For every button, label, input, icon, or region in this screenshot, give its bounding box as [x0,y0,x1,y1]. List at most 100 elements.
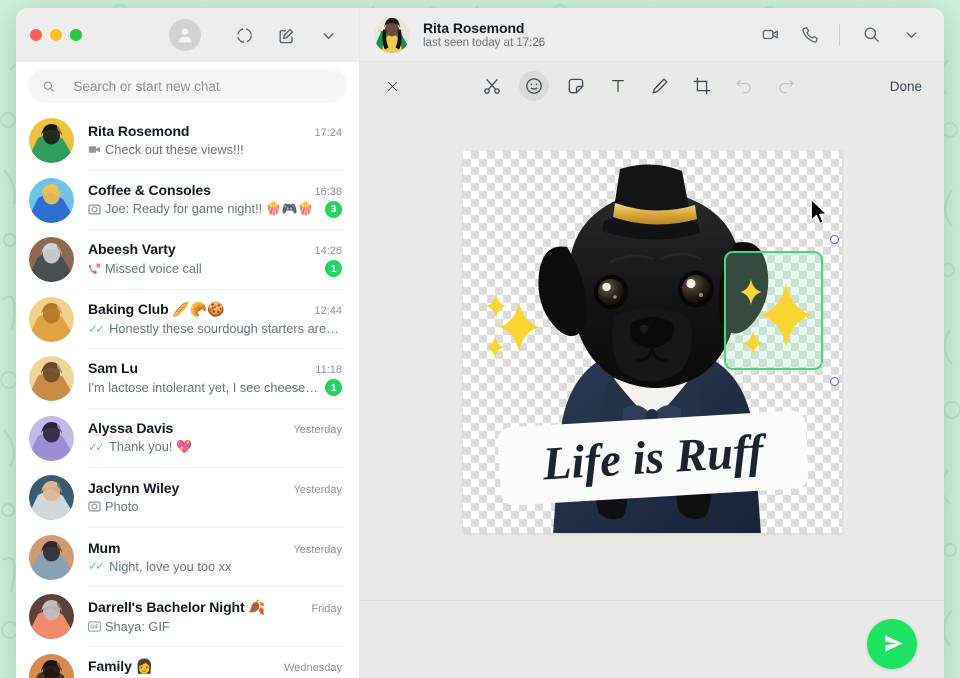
chat-list-item[interactable]: Abeesh Varty 14:26 Missed voice call 1 [16,230,359,290]
chat-item-name: Abeesh Varty [88,241,176,258]
search-box[interactable] [28,69,347,103]
sparkle-icon [485,294,539,358]
send-button[interactable] [867,618,917,669]
header-divider [839,23,840,46]
status-circle-icon-glyph [236,27,252,43]
editor-tool-group [392,71,886,101]
chat-item-line-bottom: ✓✓ Thank you! 💖 [88,439,342,455]
chat-item-line-bottom: Check out these views!!! [88,142,342,157]
chat-list-item[interactable]: Family 👩WednesdayGrandma: Happy dancing!… [16,647,359,678]
chat-list-item[interactable]: Baking Club 🥖🥐🍪 12:44 ✓✓ Honestly these sou… [16,290,359,349]
person-icon [178,28,192,43]
chat-item-body: Jaclynn Wiley Yesterday Photo [88,468,344,528]
unread-badge: 3 [325,200,342,218]
chat-avatar [29,534,74,580]
chat-list-item[interactable]: Alyssa Davis Yesterday ✓✓ Thank you! 💖 [16,409,359,468]
chat-item-body: Alyssa Davis Yesterday ✓✓ Thank you! 💖 [88,409,344,468]
scissors-icon-glyph [484,78,500,94]
chat-list-item[interactable]: Mum Yesterday ✓✓ Night, love you too xx [16,528,359,587]
resize-handle-top-right[interactable] [829,235,839,244]
chat-item-name: Coffee & Consoles [88,181,211,198]
text-icon-glyph [612,79,624,92]
window-traffic-lights [30,29,82,41]
chat-avatar [29,177,74,223]
video-call-icon[interactable] [755,20,785,50]
chat-item-preview-text: Missed voice call [105,261,202,277]
chat-item-preview-text: Night, love you too xx [109,558,232,574]
status-circle-icon[interactable] [227,18,261,52]
sparkle-emoji-selected[interactable] [729,257,821,367]
chat-item-name: Alyssa Davis [88,420,174,437]
chat-item-time: Friday [311,602,342,615]
chat-item-name: Baking Club 🥖🥐🍪 [88,301,225,318]
search-input[interactable] [73,78,333,94]
chat-header-name: Rita Rosemond [423,20,525,36]
chevron-down-icon-glyph [905,32,917,39]
chat-item-body: Mum Yesterday ✓✓ Night, love you too xx [88,528,344,587]
cut-icon[interactable] [477,71,507,101]
chat-item-time: Yesterday [293,484,342,497]
crop-icon[interactable] [687,71,717,101]
sticker-icon[interactable] [561,71,591,101]
chat-avatar [29,653,74,678]
chat-item-line-top: Sam Lu 11:18 [88,360,342,376]
chat-list[interactable]: Rita Rosemond 17:24 Check out these views!… [16,111,359,678]
chat-header-status: last seen today at 17:26 [423,37,546,49]
chat-list-item[interactable]: Sam Lu 11:18 I'm lactose intolerant yet, I… [16,349,359,409]
voice-call-icon[interactable] [795,20,825,50]
chat-list-item[interactable]: Darrell's Bachelor Night 🍂 Friday GIF Shaya… [16,587,359,647]
photo-icon [88,500,101,513]
window-minimize-button[interactable] [50,29,62,41]
conversation-menu-chevron-down-icon[interactable] [896,20,926,50]
chat-item-line-bottom: GIF Shaya: GIF [88,619,342,634]
window-maximize-button[interactable] [70,29,82,41]
sparkle-emoji-placed[interactable] [479,288,555,364]
chat-item-time: Yesterday [293,424,342,437]
chat-item-name: Mum [88,539,121,556]
chat-item-line-bottom: ✓✓ Night, love you too xx [88,559,342,574]
chat-item-line-bottom: Missed voice call 1 [88,260,342,278]
chat-item-line-bottom: Joe: Ready for game night!! 🍿🎮🍿 3 [88,200,342,218]
sidebar-menu-chevron-down-icon[interactable] [311,18,345,52]
sidebar: Rita Rosemond 17:24 Check out these views!… [16,8,360,678]
chat-item-preview: Photo [88,499,342,514]
chat-item-preview: ✓✓ Thank you! 💖 [88,439,342,455]
contact-avatar[interactable] [374,16,410,53]
chat-item-preview-text: Shaya: GIF [105,618,170,634]
chat-item-time: 14:26 [314,245,342,258]
chat-item-time: Yesterday [293,543,342,556]
resize-handle-bottom-right[interactable] [829,377,839,386]
chat-avatar [29,237,74,283]
draw-icon[interactable] [645,71,675,101]
editor-stage: Life is Ruff [360,110,944,600]
chevron-down-icon-glyph [322,32,334,39]
undo-icon[interactable] [729,71,759,101]
photo-icon [88,203,101,216]
chat-avatar [29,296,74,342]
chat-list-item[interactable]: Coffee & Consoles 16:38 Joe: Ready for gam… [16,171,359,230]
emoji-selection-box[interactable] [723,235,839,386]
chat-item-preview-text: Thank you! 💖 [109,439,192,455]
emoji-icon[interactable] [518,71,549,101]
video-icon [88,146,100,153]
read-receipt-ticks-icon: ✓✓ [88,321,105,336]
chat-item-body: Family 👩WednesdayGrandma: Happy dancing!… [88,647,344,678]
window-close-button[interactable] [30,29,42,41]
new-chat-icon[interactable] [269,18,303,52]
done-button[interactable]: Done [886,75,926,98]
text-icon[interactable] [603,71,633,101]
sticker-canvas[interactable]: Life is Ruff [462,151,842,533]
chat-header: Rita Rosemond last seen today at 17:26 [360,8,944,62]
chat-item-line-top: Abeesh Varty 14:26 [88,241,342,257]
chat-item-name: Jaclynn Wiley [88,480,180,497]
svg-text:GIF: GIF [90,624,98,630]
app-window: Rita Rosemond 17:24 Check out these views!… [16,8,944,678]
chat-item-name: Darrell's Bachelor Night 🍂 [88,598,266,615]
redo-icon[interactable] [771,71,801,101]
conversation-search-icon[interactable] [856,20,886,50]
chat-list-item[interactable]: Jaclynn Wiley Yesterday Photo [16,468,359,528]
chat-item-preview: Joe: Ready for game night!! 🍿🎮🍿 [88,201,319,217]
user-avatar[interactable] [169,19,201,51]
chat-item-line-top: Darrell's Bachelor Night 🍂 Friday [88,599,342,616]
chat-list-item[interactable]: Rita Rosemond 17:24 Check out these views!… [16,111,359,171]
